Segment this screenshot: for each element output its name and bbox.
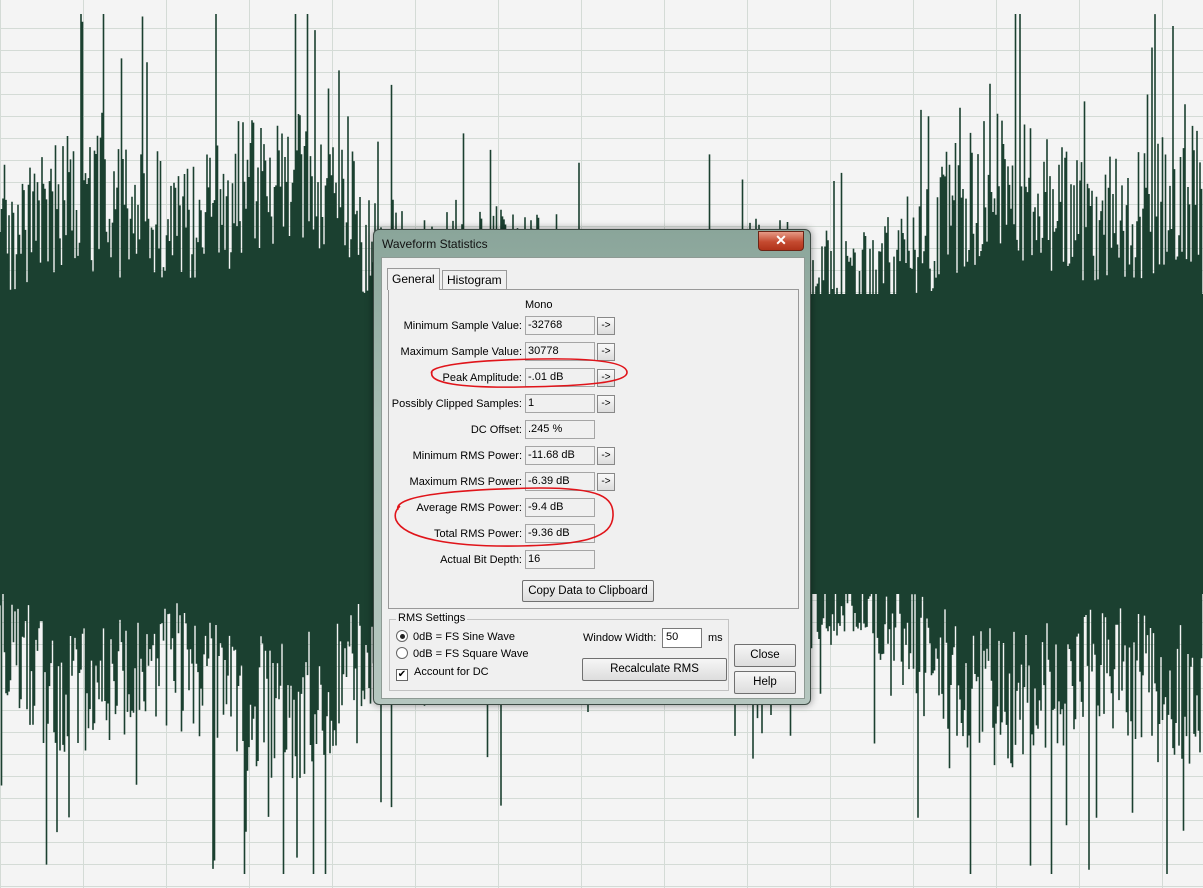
stat-value: -.01 dB [525, 368, 595, 387]
window-width-input[interactable]: 50 [662, 628, 702, 648]
goto-button[interactable]: -> [597, 317, 615, 335]
rms-settings-title: RMS Settings [396, 612, 468, 624]
stat-row-minimum-rms-power: Minimum RMS Power: -11.68 dB -> [389, 446, 800, 466]
waveform-statistics-dialog: Waveform Statistics ✕ General Histogram … [373, 229, 811, 705]
stat-value: 30778 [525, 342, 595, 361]
stat-label: Possibly Clipped Samples: [391, 398, 522, 410]
close-icon: ✕ [775, 232, 787, 248]
stat-label: Maximum Sample Value: [400, 346, 522, 358]
radio-unselected-icon[interactable] [396, 647, 408, 659]
window-width-unit: ms [708, 632, 723, 644]
close-button[interactable]: Close [734, 644, 796, 667]
stat-value: -11.68 dB [525, 446, 595, 465]
tab-histogram[interactable]: Histogram [442, 270, 507, 290]
stat-value: .245 % [525, 420, 595, 439]
radio-fs-square-wave[interactable]: 0dB = FS Square Wave [396, 647, 528, 660]
stat-label: Total RMS Power: [433, 528, 522, 540]
radio-label: 0dB = FS Square Wave [413, 648, 529, 660]
goto-button[interactable]: -> [597, 473, 615, 491]
stat-row-dc-offset: DC Offset: .245 % [389, 420, 800, 440]
goto-button[interactable]: -> [597, 395, 615, 413]
stat-row-average-rms-power: Average RMS Power: -9.4 dB [389, 498, 800, 518]
stat-row-minimum-sample-value: Minimum Sample Value: -32768 -> [389, 316, 800, 336]
tab-general[interactable]: General [387, 268, 440, 290]
stat-row-peak-amplitude: Peak Amplitude: -.01 dB -> [389, 368, 800, 388]
checkmark-icon[interactable]: ✔ [396, 669, 408, 681]
goto-button[interactable]: -> [597, 447, 615, 465]
stat-label: Average RMS Power: [416, 502, 522, 514]
dialog-titlebar[interactable]: Waveform Statistics ✕ [374, 230, 810, 257]
general-tab-panel: Mono Minimum Sample Value: -32768 -> Max… [388, 289, 799, 609]
goto-button[interactable]: -> [597, 369, 615, 387]
recalculate-rms-button[interactable]: Recalculate RMS [582, 658, 727, 681]
stat-label: DC Offset: [470, 424, 522, 436]
rms-settings-group: RMS Settings 0dB = FS Sine Wave 0dB = FS… [389, 612, 729, 691]
stat-row-possibly-clipped-samples: Possibly Clipped Samples: 1 -> [389, 394, 800, 414]
goto-button[interactable]: -> [597, 343, 615, 361]
checkbox-label: Account for DC [414, 666, 489, 678]
radio-selected-icon[interactable] [396, 630, 408, 642]
stat-label: Actual Bit Depth: [440, 554, 522, 566]
title-close-button[interactable]: ✕ [758, 231, 804, 251]
stat-label: Maximum RMS Power: [409, 476, 522, 488]
copy-data-to-clipboard-button[interactable]: Copy Data to Clipboard [522, 580, 654, 602]
stat-value: -32768 [525, 316, 595, 335]
stat-row-maximum-sample-value: Maximum Sample Value: 30778 -> [389, 342, 800, 362]
stat-value: -6.39 dB [525, 472, 595, 491]
stat-row-actual-bit-depth: Actual Bit Depth: 16 [389, 550, 800, 570]
stat-label: Peak Amplitude: [442, 372, 523, 384]
radio-fs-sine-wave[interactable]: 0dB = FS Sine Wave [396, 630, 515, 643]
stat-value: -9.36 dB [525, 524, 595, 543]
window-width-label: Window Width: [583, 632, 657, 644]
stat-row-total-rms-power: Total RMS Power: -9.36 dB [389, 524, 800, 544]
stat-row-maximum-rms-power: Maximum RMS Power: -6.39 dB -> [389, 472, 800, 492]
stat-value: -9.4 dB [525, 498, 595, 517]
radio-label: 0dB = FS Sine Wave [413, 631, 516, 643]
dialog-client-area: General Histogram Mono Minimum Sample Va… [381, 257, 805, 699]
dialog-title: Waveform Statistics [382, 237, 488, 251]
stat-label: Minimum Sample Value: [403, 320, 522, 332]
channel-column-header: Mono [525, 299, 553, 311]
help-button[interactable]: Help [734, 671, 796, 694]
stat-value: 1 [525, 394, 595, 413]
stat-label: Minimum RMS Power: [412, 450, 522, 462]
checkbox-account-for-dc[interactable]: ✔ Account for DC [396, 666, 489, 681]
stat-value: 16 [525, 550, 595, 569]
